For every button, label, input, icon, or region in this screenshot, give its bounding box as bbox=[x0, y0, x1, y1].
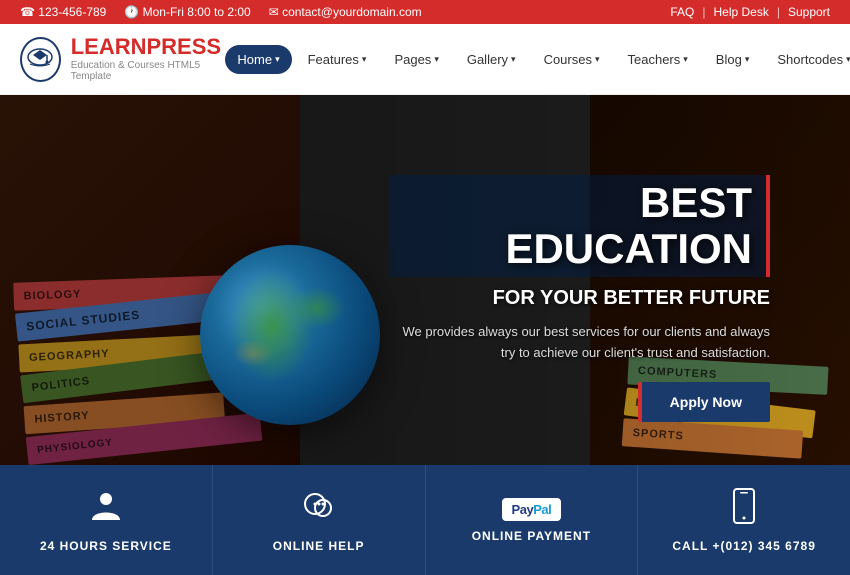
feature-call[interactable]: CALL +(012) 345 6789 bbox=[638, 465, 850, 575]
hero-description: We provides always our best services for… bbox=[390, 322, 770, 364]
logo-text: LEARNPRESS Education & Courses HTML5 Tem… bbox=[71, 36, 226, 82]
hero-subtitle: FOR YOUR BETTER FUTURE bbox=[390, 287, 770, 310]
phone-info: ☎ 123-456-789 bbox=[20, 5, 106, 19]
hero-title: BEST EDUCATION bbox=[390, 175, 770, 277]
feature-call-label: CALL +(012) 345 6789 bbox=[672, 539, 816, 553]
paypal-badge: PayPal bbox=[502, 498, 562, 521]
nav-features-arrow: ▾ bbox=[362, 54, 367, 65]
sep1: | bbox=[702, 5, 705, 19]
globe bbox=[200, 245, 380, 425]
nav-pages[interactable]: Pages ▾ bbox=[382, 45, 450, 74]
email-info: ✉ contact@yourdomain.com bbox=[269, 5, 422, 19]
feature-help[interactable]: ONLINE HELP bbox=[213, 465, 426, 575]
hero-content: BEST EDUCATION FOR YOUR BETTER FUTURE We… bbox=[390, 175, 770, 422]
logo-brand: LEARNPRESS bbox=[71, 36, 226, 58]
nav-home-arrow: ▾ bbox=[275, 54, 280, 65]
nav-courses-arrow: ▾ bbox=[595, 54, 600, 65]
helpdesk-link[interactable]: Help Desk bbox=[713, 5, 768, 19]
feature-24h-label: 24 HOURS SERVICE bbox=[40, 539, 172, 553]
feature-payment[interactable]: PayPal ONLINE PAYMENT bbox=[426, 465, 639, 575]
nav-gallery[interactable]: Gallery ▾ bbox=[455, 45, 528, 74]
feature-payment-label: ONLINE PAYMENT bbox=[472, 529, 591, 543]
nav-blog[interactable]: Blog ▾ bbox=[704, 45, 762, 74]
nav-teachers-arrow: ▾ bbox=[683, 54, 688, 65]
support-link[interactable]: Support bbox=[788, 5, 830, 19]
nav-pages-arrow: ▾ bbox=[434, 54, 439, 65]
globe-area bbox=[200, 245, 400, 445]
nav-shortcodes-arrow: ▾ bbox=[846, 54, 850, 65]
nav-features[interactable]: Features ▾ bbox=[296, 45, 379, 74]
nav-blog-arrow: ▾ bbox=[745, 54, 750, 65]
logo-svg bbox=[25, 44, 55, 74]
nav-shortcodes[interactable]: Shortcodes ▾ bbox=[765, 45, 850, 74]
feature-help-label: ONLINE HELP bbox=[273, 539, 365, 553]
top-bar-left: ☎ 123-456-789 🕐 Mon-Fri 8:00 to 2:00 ✉ c… bbox=[20, 5, 422, 19]
nav-teachers[interactable]: Teachers ▾ bbox=[616, 45, 700, 74]
hero-section: BIOLOGY SOCIAL STUDIES GEOGRAPHY POLITIC… bbox=[0, 95, 850, 465]
nav-home[interactable]: Home ▾ bbox=[225, 45, 291, 74]
top-bar-right: FAQ | Help Desk | Support bbox=[670, 5, 830, 19]
apply-now-button[interactable]: Apply Now bbox=[638, 382, 770, 422]
top-bar: ☎ 123-456-789 🕐 Mon-Fri 8:00 to 2:00 ✉ c… bbox=[0, 0, 850, 24]
chat-icon bbox=[301, 488, 337, 531]
person-icon bbox=[88, 488, 124, 531]
mobile-icon bbox=[732, 488, 756, 531]
sep2: | bbox=[777, 5, 780, 19]
header: LEARNPRESS Education & Courses HTML5 Tem… bbox=[0, 24, 850, 95]
paypal-icon: PayPal bbox=[502, 498, 562, 521]
logo-area: LEARNPRESS Education & Courses HTML5 Tem… bbox=[20, 36, 225, 82]
features-bar: 24 HOURS SERVICE ONLINE HELP PayPal ONLI… bbox=[0, 465, 850, 575]
hours-info: 🕐 Mon-Fri 8:00 to 2:00 bbox=[124, 5, 250, 19]
nav-gallery-arrow: ▾ bbox=[511, 54, 516, 65]
main-nav: Home ▾ Features ▾ Pages ▾ Gallery ▾ Cour… bbox=[225, 45, 850, 74]
logo-icon bbox=[20, 37, 61, 82]
feature-24h[interactable]: 24 HOURS SERVICE bbox=[0, 465, 213, 575]
nav-courses[interactable]: Courses ▾ bbox=[532, 45, 612, 74]
faq-link[interactable]: FAQ bbox=[670, 5, 694, 19]
